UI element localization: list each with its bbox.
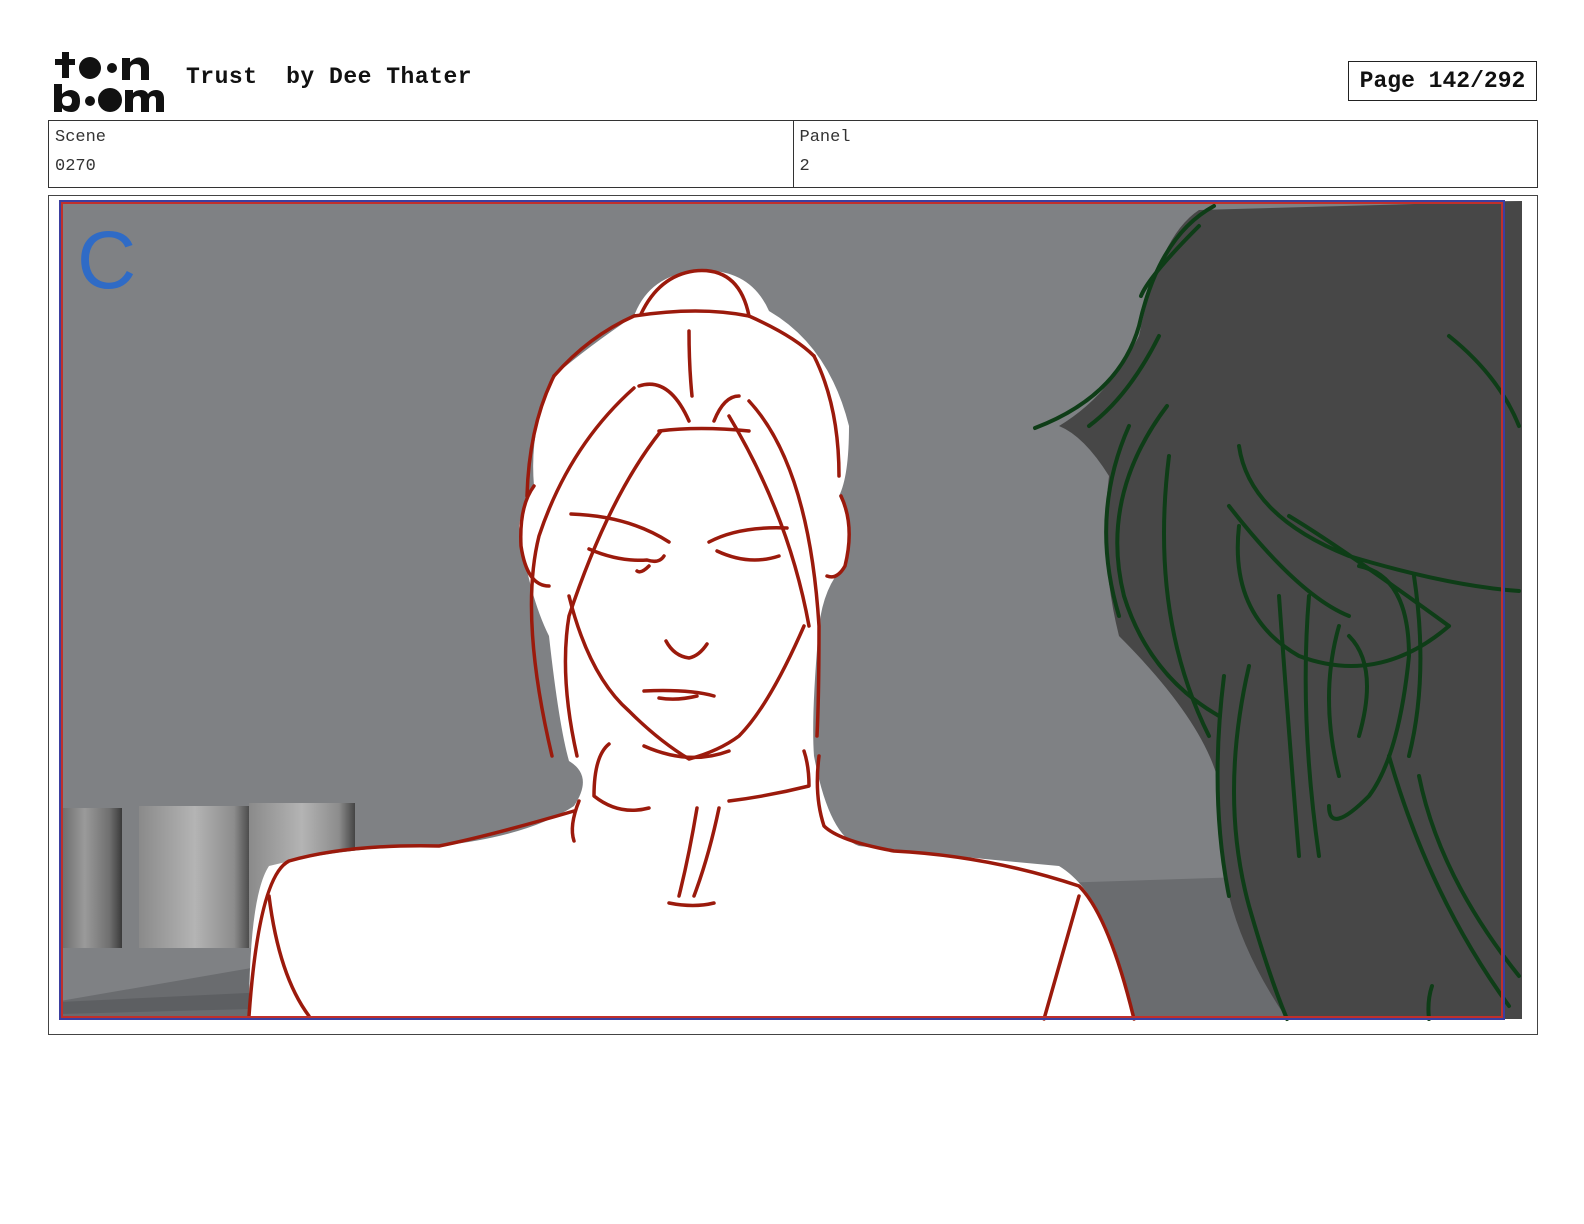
panel-cell: Panel 2 <box>792 121 1538 187</box>
author-credit: by Dee Thater <box>286 64 473 90</box>
scene-label: Scene <box>55 128 107 147</box>
scene-cell: Scene 0270 <box>49 121 793 187</box>
storyboard-title: Trust by Dee Thater <box>186 64 472 90</box>
scene-value: 0270 <box>55 157 96 176</box>
project-title: Trust <box>186 64 258 90</box>
page-number-box: Page 142/292 <box>1348 61 1537 101</box>
storyboard-panel: C <box>48 195 1538 1035</box>
scene-panel-info-table: Scene 0270 Panel 2 <box>48 120 1538 188</box>
panel-value: 2 <box>799 157 810 176</box>
panel-artwork <box>59 200 1522 1021</box>
page-number: Page 142/292 <box>1359 68 1526 94</box>
panel-label: Panel <box>799 128 851 147</box>
toon-boom-logo <box>54 52 164 112</box>
camera-marker-letter: C <box>77 215 137 306</box>
